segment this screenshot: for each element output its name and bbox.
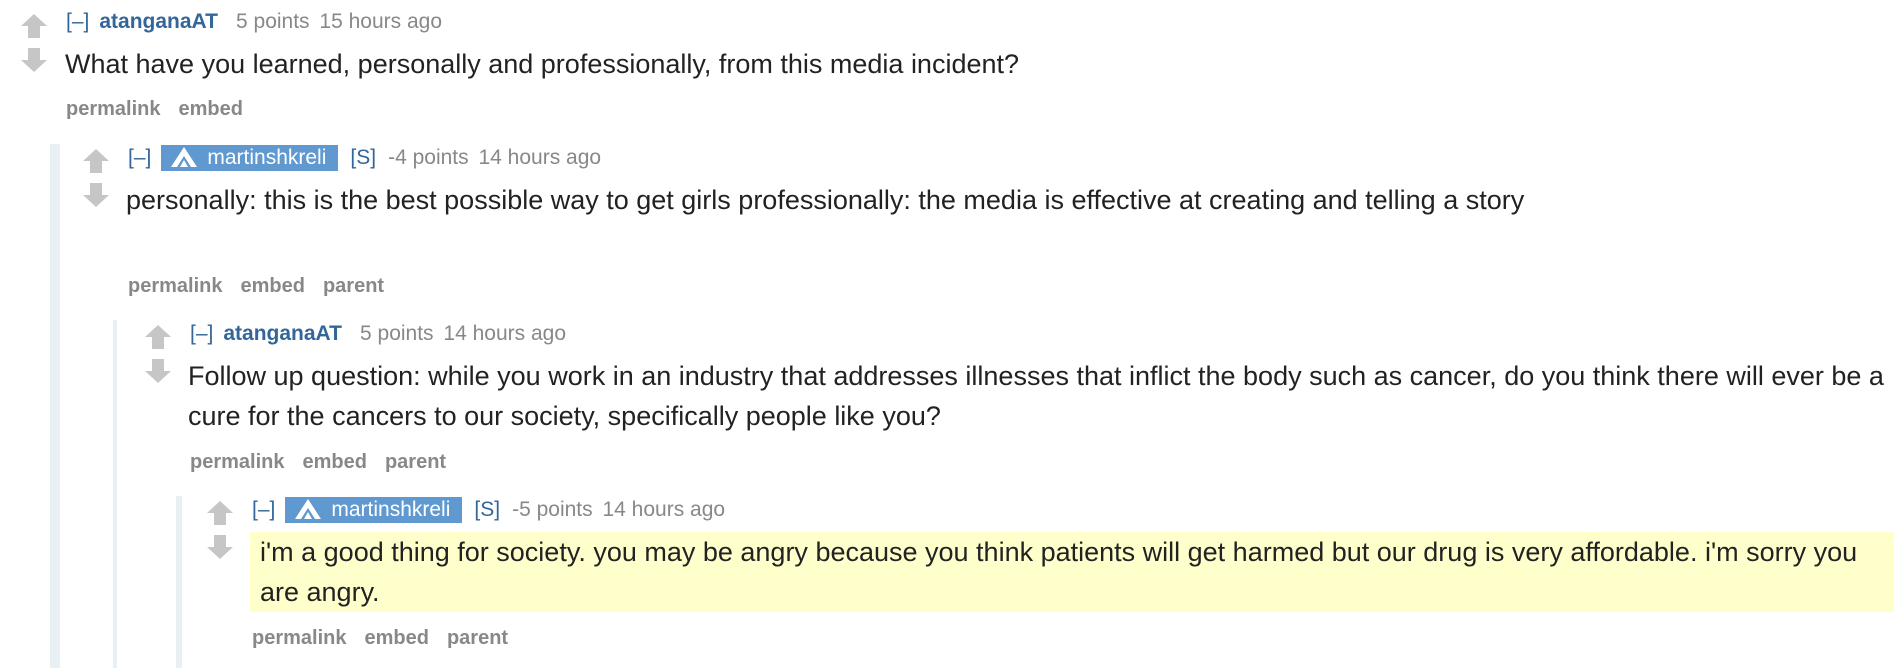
up-arrow-icon[interactable] (82, 147, 110, 175)
comment-body-highlighted: i'm a good thing for society. you may be… (250, 532, 1894, 612)
parent-button[interactable]: parent (385, 451, 446, 473)
comment-tagline: [–] atanganaAT 5 points 14 hours ago (190, 321, 566, 347)
author-name: martinshkreli (331, 498, 451, 521)
ama-logo-icon (171, 147, 198, 167)
comment-tagline: [–] atanganaAT 5 points 15 hours ago (66, 9, 442, 35)
submitter-flair[interactable]: [S] (350, 146, 376, 169)
embed-button[interactable]: embed (178, 98, 242, 120)
comment-body: What have you learned, personally and pr… (65, 49, 1020, 79)
permalink-button[interactable]: permalink (190, 451, 284, 473)
permalink-button[interactable]: permalink (252, 627, 346, 649)
timestamp: 15 hours ago (319, 10, 443, 33)
comment-tagline: [–] martinshkreli [S] -5 points 14 hours ag… (252, 497, 725, 523)
thread-bar (176, 496, 182, 668)
submitter-flair[interactable]: [S] (474, 498, 500, 521)
comment-actions: permalink embed parent (128, 275, 402, 298)
collapse-toggle[interactable]: [–] (190, 322, 213, 345)
comment-tagline: [–] martinshkreli [S] -4 points 14 hours ag… (128, 145, 601, 171)
parent-button[interactable]: parent (447, 627, 508, 649)
collapse-toggle[interactable]: [–] (252, 498, 275, 521)
down-arrow-icon[interactable] (82, 181, 110, 209)
up-arrow-icon[interactable] (144, 323, 172, 351)
score: -5 points (512, 498, 593, 521)
comment-actions: permalink embed parent (190, 451, 464, 474)
parent-button[interactable]: parent (323, 275, 384, 297)
up-arrow-icon[interactable] (20, 12, 48, 40)
permalink-button[interactable]: permalink (128, 275, 222, 297)
comment-body: personally: this is the best possible wa… (126, 185, 1525, 215)
embed-button[interactable]: embed (364, 627, 428, 649)
author-link[interactable]: atanganaAT (99, 10, 218, 33)
timestamp: 14 hours ago (478, 146, 602, 169)
ama-logo-icon (295, 499, 322, 519)
permalink-button[interactable]: permalink (66, 98, 160, 120)
author-link[interactable]: atanganaAT (223, 322, 342, 345)
down-arrow-icon[interactable] (144, 357, 172, 385)
collapse-toggle[interactable]: [–] (128, 146, 151, 169)
submitter-author-link[interactable]: martinshkreli (161, 145, 339, 171)
comment-actions: permalink embed parent (252, 627, 526, 650)
embed-button[interactable]: embed (302, 451, 366, 473)
score: 5 points (236, 10, 310, 33)
collapse-toggle[interactable]: [–] (66, 10, 89, 33)
up-arrow-icon[interactable] (206, 499, 234, 527)
score: -4 points (388, 146, 469, 169)
timestamp: 14 hours ago (443, 322, 567, 345)
submitter-author-link[interactable]: martinshkreli (285, 497, 463, 523)
down-arrow-icon[interactable] (20, 46, 48, 74)
comment-body: Follow up question: while you work in an… (188, 361, 1884, 431)
embed-button[interactable]: embed (240, 275, 304, 297)
author-name: martinshkreli (207, 146, 327, 169)
timestamp: 14 hours ago (602, 498, 726, 521)
thread-bar (50, 144, 60, 668)
down-arrow-icon[interactable] (206, 533, 234, 561)
thread-bar (113, 320, 117, 668)
comment-actions: permalink embed (66, 98, 261, 121)
score: 5 points (360, 322, 434, 345)
